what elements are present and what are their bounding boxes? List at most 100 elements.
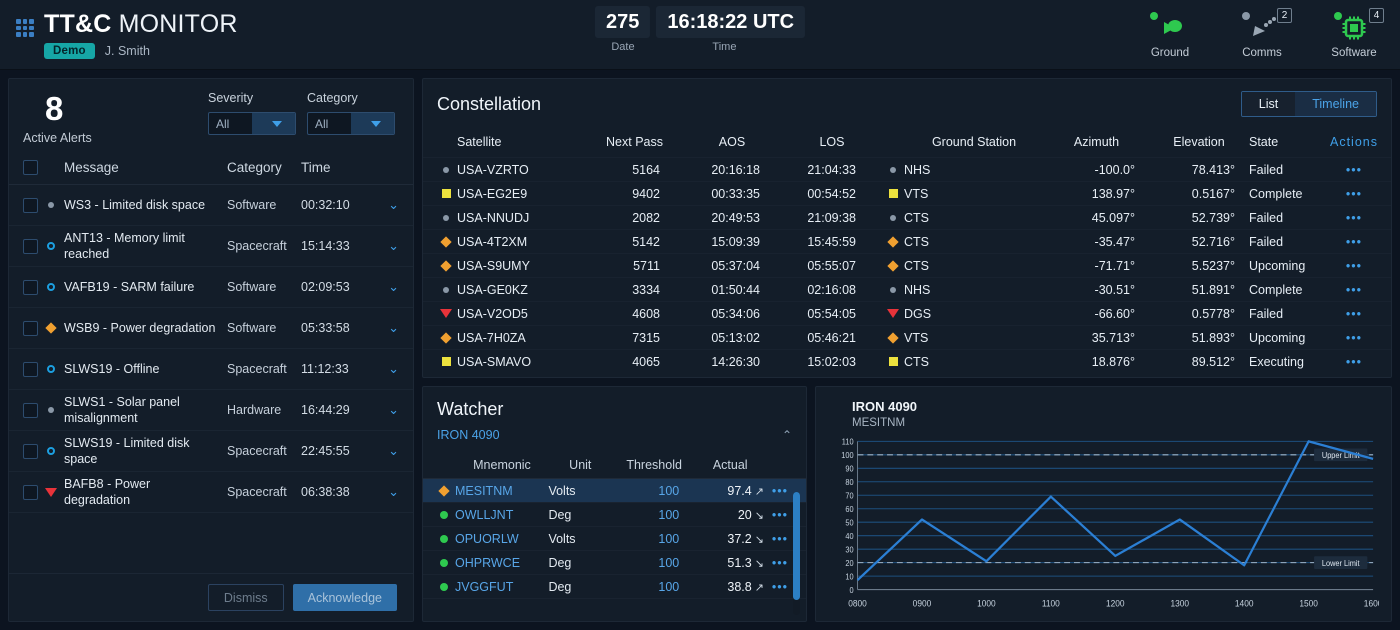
row-actions-button[interactable]: ••• (1329, 355, 1379, 369)
alert-row[interactable]: SLWS1 - Solar panel misalignmentHardware… (9, 390, 413, 431)
column-next-pass[interactable]: Next Pass (587, 135, 682, 149)
alert-row[interactable]: SLWS19 - Limited disk spaceSpacecraft22:… (9, 431, 413, 472)
column-state[interactable]: State (1249, 135, 1329, 149)
cell-mnemonic[interactable]: OPUORLW (455, 532, 548, 546)
chevron-down-icon[interactable]: ⌄ (373, 279, 399, 295)
watcher-row-actions-button[interactable]: ••• (764, 532, 796, 546)
chevron-down-icon[interactable]: ⌄ (373, 402, 399, 418)
software-status-dot (1334, 12, 1342, 20)
alert-row[interactable]: BAFB8 - Power degradationSpacecraft06:38… (9, 472, 413, 513)
row-actions-button[interactable]: ••• (1329, 307, 1379, 321)
status-software[interactable]: 4 Software (1322, 4, 1386, 59)
tab-list[interactable]: List (1242, 92, 1295, 116)
tab-timeline[interactable]: Timeline (1295, 92, 1376, 116)
watcher-scrollbar[interactable] (793, 492, 800, 615)
chevron-down-icon[interactable]: ⌄ (373, 361, 399, 377)
row-actions-button[interactable]: ••• (1329, 235, 1379, 249)
watcher-group-row[interactable]: IRON 4090 ⌃ (423, 428, 806, 451)
cell-aos: 20:49:53 (682, 211, 782, 225)
watcher-row-actions-button[interactable]: ••• (764, 580, 796, 594)
row-actions-button[interactable]: ••• (1329, 187, 1379, 201)
table-row[interactable]: USA-VZRTO516420:16:1821:04:33NHS-100.0°7… (423, 157, 1391, 181)
chevron-up-icon[interactable]: ⌃ (782, 428, 792, 442)
alert-row[interactable]: SLWS19 - OfflineSpacecraft11:12:33⌄ (9, 349, 413, 390)
alert-checkbox[interactable] (23, 444, 38, 459)
select-all-checkbox[interactable] (23, 160, 38, 175)
cell-mnemonic[interactable]: MESITNM (455, 484, 548, 498)
user-name[interactable]: J. Smith (105, 44, 150, 58)
acknowledge-button[interactable]: Acknowledge (293, 584, 397, 611)
alert-checkbox[interactable] (23, 280, 38, 295)
table-row[interactable]: USA-EG2E9940200:33:3500:54:52VTS138.97°0… (423, 181, 1391, 205)
chevron-down-icon[interactable]: ⌄ (373, 484, 399, 500)
chevron-down-icon[interactable] (252, 113, 295, 134)
severity-select[interactable]: All (208, 112, 296, 135)
watcher-rows[interactable]: MESITNMVolts10097.4↗•••OWLLJNTDeg10020↘•… (423, 479, 806, 599)
alert-message: SLWS1 - Solar panel misalignment (64, 394, 227, 426)
row-actions-button[interactable]: ••• (1329, 211, 1379, 225)
watcher-row[interactable]: JVGGFUTDeg10038.8↗••• (423, 575, 806, 599)
row-actions-button[interactable]: ••• (1329, 283, 1379, 297)
watcher-row[interactable]: MESITNMVolts10097.4↗••• (423, 479, 806, 503)
column-elevation[interactable]: Elevation (1149, 135, 1249, 149)
watcher-row[interactable]: OPUORLWVolts10037.2↘••• (423, 527, 806, 551)
watcher-row-actions-button[interactable]: ••• (764, 508, 796, 522)
row-actions-button[interactable]: ••• (1329, 163, 1379, 177)
severity-filter-label: Severity (208, 91, 296, 105)
alerts-list[interactable]: WS3 - Limited disk spaceSoftware00:32:10… (9, 185, 413, 573)
cell-mnemonic[interactable]: OHPRWCE (455, 556, 548, 570)
table-row[interactable]: USA-NNUDJ208220:49:5321:09:38CTS45.097°5… (423, 205, 1391, 229)
column-ground-station[interactable]: Ground Station (904, 135, 1044, 149)
chevron-down-icon[interactable] (351, 113, 394, 134)
column-message[interactable]: Message (38, 160, 227, 175)
alert-checkbox[interactable] (23, 239, 38, 254)
column-actual[interactable]: Actual (697, 458, 764, 472)
dashboard-body: 8 Active Alerts Severity All Category (0, 70, 1400, 630)
constellation-rows[interactable]: USA-VZRTO516420:16:1821:04:33NHS-100.0°7… (423, 157, 1391, 373)
status-ground[interactable]: Ground (1138, 4, 1202, 59)
row-actions-button[interactable]: ••• (1329, 259, 1379, 273)
alert-checkbox[interactable] (23, 198, 38, 213)
watcher-row-actions-button[interactable]: ••• (764, 556, 796, 570)
watcher-row-actions-button[interactable]: ••• (764, 484, 796, 498)
column-los[interactable]: LOS (782, 135, 882, 149)
alert-checkbox[interactable] (23, 321, 38, 336)
cell-elevation: 0.5167° (1149, 187, 1249, 201)
alert-checkbox[interactable] (23, 485, 38, 500)
watcher-row[interactable]: OWLLJNTDeg10020↘••• (423, 503, 806, 527)
category-select[interactable]: All (307, 112, 395, 135)
chevron-down-icon[interactable]: ⌄ (373, 238, 399, 254)
row-actions-button[interactable]: ••• (1329, 331, 1379, 345)
column-satellite[interactable]: Satellite (457, 135, 587, 149)
chevron-down-icon[interactable]: ⌄ (373, 443, 399, 459)
column-aos[interactable]: AOS (682, 135, 782, 149)
status-comms[interactable]: 2 Comms (1230, 4, 1294, 59)
alert-row[interactable]: VAFB19 - SARM failureSoftware02:09:53⌄ (9, 267, 413, 308)
chart-plot-area[interactable]: 0102030405060708090100110Upper LimitLowe… (828, 435, 1379, 615)
table-row[interactable]: USA-GE0KZ333401:50:4402:16:08NHS-30.51°5… (423, 277, 1391, 301)
table-row[interactable]: USA-S9UMY571105:37:0405:55:07CTS-71.71°5… (423, 253, 1391, 277)
alert-row[interactable]: ANT13 - Memory limit reachedSpacecraft15… (9, 226, 413, 267)
alert-checkbox[interactable] (23, 403, 38, 418)
column-threshold[interactable]: Threshold (612, 458, 697, 472)
table-row[interactable]: USA-7H0ZA731505:13:0205:46:21VTS35.713°5… (423, 325, 1391, 349)
cell-mnemonic[interactable]: OWLLJNT (455, 508, 548, 522)
chevron-down-icon[interactable]: ⌄ (373, 320, 399, 336)
alert-row[interactable]: WSB9 - Power degradationSoftware05:33:58… (9, 308, 413, 349)
table-row[interactable]: USA-SMAVO406514:26:3015:02:03CTS18.876°8… (423, 349, 1391, 373)
chevron-down-icon[interactable]: ⌄ (373, 197, 399, 213)
column-unit[interactable]: Unit (549, 458, 612, 472)
table-row[interactable]: USA-4T2XM514215:09:3915:45:59CTS-35.47°5… (423, 229, 1391, 253)
table-row[interactable]: USA-V2OD5460805:34:0605:54:05DGS-66.60°0… (423, 301, 1391, 325)
watcher-scrollbar-thumb[interactable] (793, 492, 800, 600)
cell-mnemonic[interactable]: JVGGFUT (455, 580, 548, 594)
dismiss-button[interactable]: Dismiss (208, 584, 284, 611)
column-azimuth[interactable]: Azimuth (1044, 135, 1149, 149)
column-time[interactable]: Time (301, 160, 373, 175)
app-grid-icon[interactable] (16, 19, 34, 37)
watcher-row[interactable]: OHPRWCEDeg10051.3↘••• (423, 551, 806, 575)
alert-row[interactable]: WS3 - Limited disk spaceSoftware00:32:10… (9, 185, 413, 226)
alert-checkbox[interactable] (23, 362, 38, 377)
column-category[interactable]: Category (227, 160, 301, 175)
column-mnemonic[interactable]: Mnemonic (455, 458, 549, 472)
